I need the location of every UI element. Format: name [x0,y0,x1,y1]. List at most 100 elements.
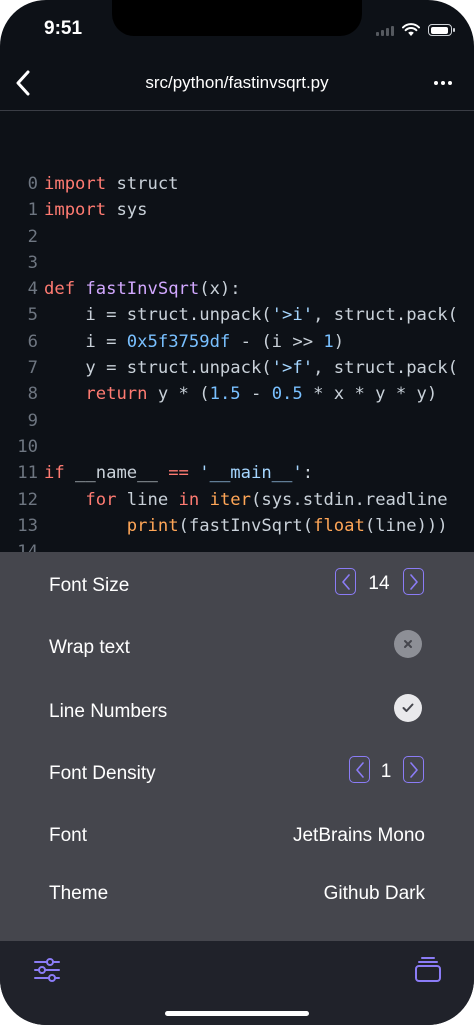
more-options-button[interactable] [426,70,460,96]
font-size-value: 14 [368,573,390,594]
line-code: y = struct.unpack('>f', struct.pack( [44,355,458,381]
font-density-setting: Font Density 1 [0,754,474,794]
code-token: for [85,489,117,510]
stack-icon [415,957,441,982]
line-code: def fastInvSqrt(x): [44,276,241,302]
code-token: (x): [199,279,241,300]
code-token: (sys.stdin.readline [251,489,448,510]
line-number: 7 [27,358,38,379]
line-code: for line in iter(sys.stdin.readline [44,487,448,513]
code-line: 11 if __name__ == '__main__': [0,460,458,486]
chevron-left-icon [341,573,350,590]
line-number: 1 [27,200,38,221]
line-number: 13 [17,515,38,536]
code-line: 12 for line in iter(sys.stdin.readline [0,487,458,513]
font-size-label: Font Size [49,575,130,596]
font-value[interactable]: JetBrains Mono [293,825,425,847]
code-token: 1.5 [209,384,241,405]
theme-setting[interactable]: Theme Github Dark [0,874,474,914]
code-token: iter [209,489,252,510]
chevron-right-icon [409,761,418,778]
line-code: return y * (1.5 - 0.5 * x * y * y) [44,381,437,407]
code-token: y = struct.unpack( [44,358,272,379]
font-density-increase-button[interactable] [403,756,424,783]
settings-tab[interactable] [32,955,62,985]
code-token: def [44,279,76,300]
line-code: print(fastInvSqrt(float(line))) [44,513,448,539]
code-line: 1 import sys [0,197,458,223]
line-numbers-toggle[interactable] [394,694,422,722]
line-number: 4 [27,279,38,300]
font-density-label: Font Density [49,763,156,784]
wrap-text-label: Wrap text [49,637,130,658]
code-token: i = [44,331,127,352]
line-code: i = struct.unpack('>i', struct.pack( [44,302,458,328]
code-line: 10 [0,434,458,460]
code-token: '>i' [271,305,314,326]
code-viewer[interactable]: 0 import struct 1 import sys 2 3 4 def fastInvS… [0,111,474,552]
status-bar: 9:51 [0,0,474,56]
code-line: 4 def fastInvSqrt(x): [0,276,458,302]
code-token: ) [333,331,345,352]
ellipsis-icon [434,81,438,85]
code-token: fastInvSqrt [85,279,200,300]
code-line: 14 [0,539,458,552]
font-density-value: 1 [380,761,392,782]
code-token: print [126,515,179,536]
code-token: '__main__' [199,463,303,484]
theme-label: Theme [49,883,109,904]
wrap-text-setting: Wrap text [0,628,474,668]
checkmark-icon [402,703,414,712]
status-time: 9:51 [44,18,83,39]
line-number: 6 [27,331,38,352]
theme-value[interactable]: Github Dark [324,883,425,905]
close-icon [404,640,412,648]
chevron-left-icon [16,70,30,96]
code-token: (line))) [364,515,448,536]
code-token: 0x5f3759df [126,331,231,352]
line-number: 10 [17,436,38,457]
wrap-text-toggle[interactable] [394,630,422,658]
font-size-decrease-button[interactable] [335,568,356,595]
line-number: 0 [27,174,38,194]
code-token: import [44,200,107,221]
font-setting[interactable]: Font JetBrains Mono [0,816,474,856]
code-token: __name__ [64,463,169,484]
code-token: line [116,489,179,510]
code-token: * x * y * y) [302,384,438,405]
files-tab[interactable] [413,955,443,985]
line-numbers-setting: Line Numbers [0,692,474,732]
back-button[interactable] [8,66,38,100]
code-token: == [168,463,189,484]
code-token: '>f' [271,358,314,379]
font-size-setting: Font Size 14 [0,566,474,606]
font-label: Font [49,825,88,846]
code-token: 1 [323,331,334,352]
code-token: : [302,463,314,484]
line-number: 12 [17,489,38,510]
line-code: if __name__ == '__main__': [44,460,313,486]
code-line: 3 [0,250,458,276]
settings-panel: Font Size 14 Wrap text Line Numbers Font… [0,552,474,941]
phone-screen: 9:51 src/python/fastinvsqrt.py 0 import … [0,0,474,1025]
code-token: i = struct.unpack( [44,305,272,326]
code-token: , struct.pack( [313,305,458,326]
home-indicator [165,1011,309,1016]
font-size-increase-button[interactable] [403,568,424,595]
line-number: 9 [27,410,38,431]
line-number: 3 [27,252,38,273]
line-number: 8 [27,384,38,405]
line-code: import struct [44,171,179,197]
line-number: 14 [0,539,44,552]
file-path-title: src/python/fastinvsqrt.py [145,73,329,92]
wifi-icon [402,23,420,36]
code-token: return [85,384,148,405]
line-numbers-label: Line Numbers [49,701,168,722]
code-token: struct [106,174,179,194]
code-token: in [178,489,200,510]
cellular-signal-icon [376,24,394,36]
